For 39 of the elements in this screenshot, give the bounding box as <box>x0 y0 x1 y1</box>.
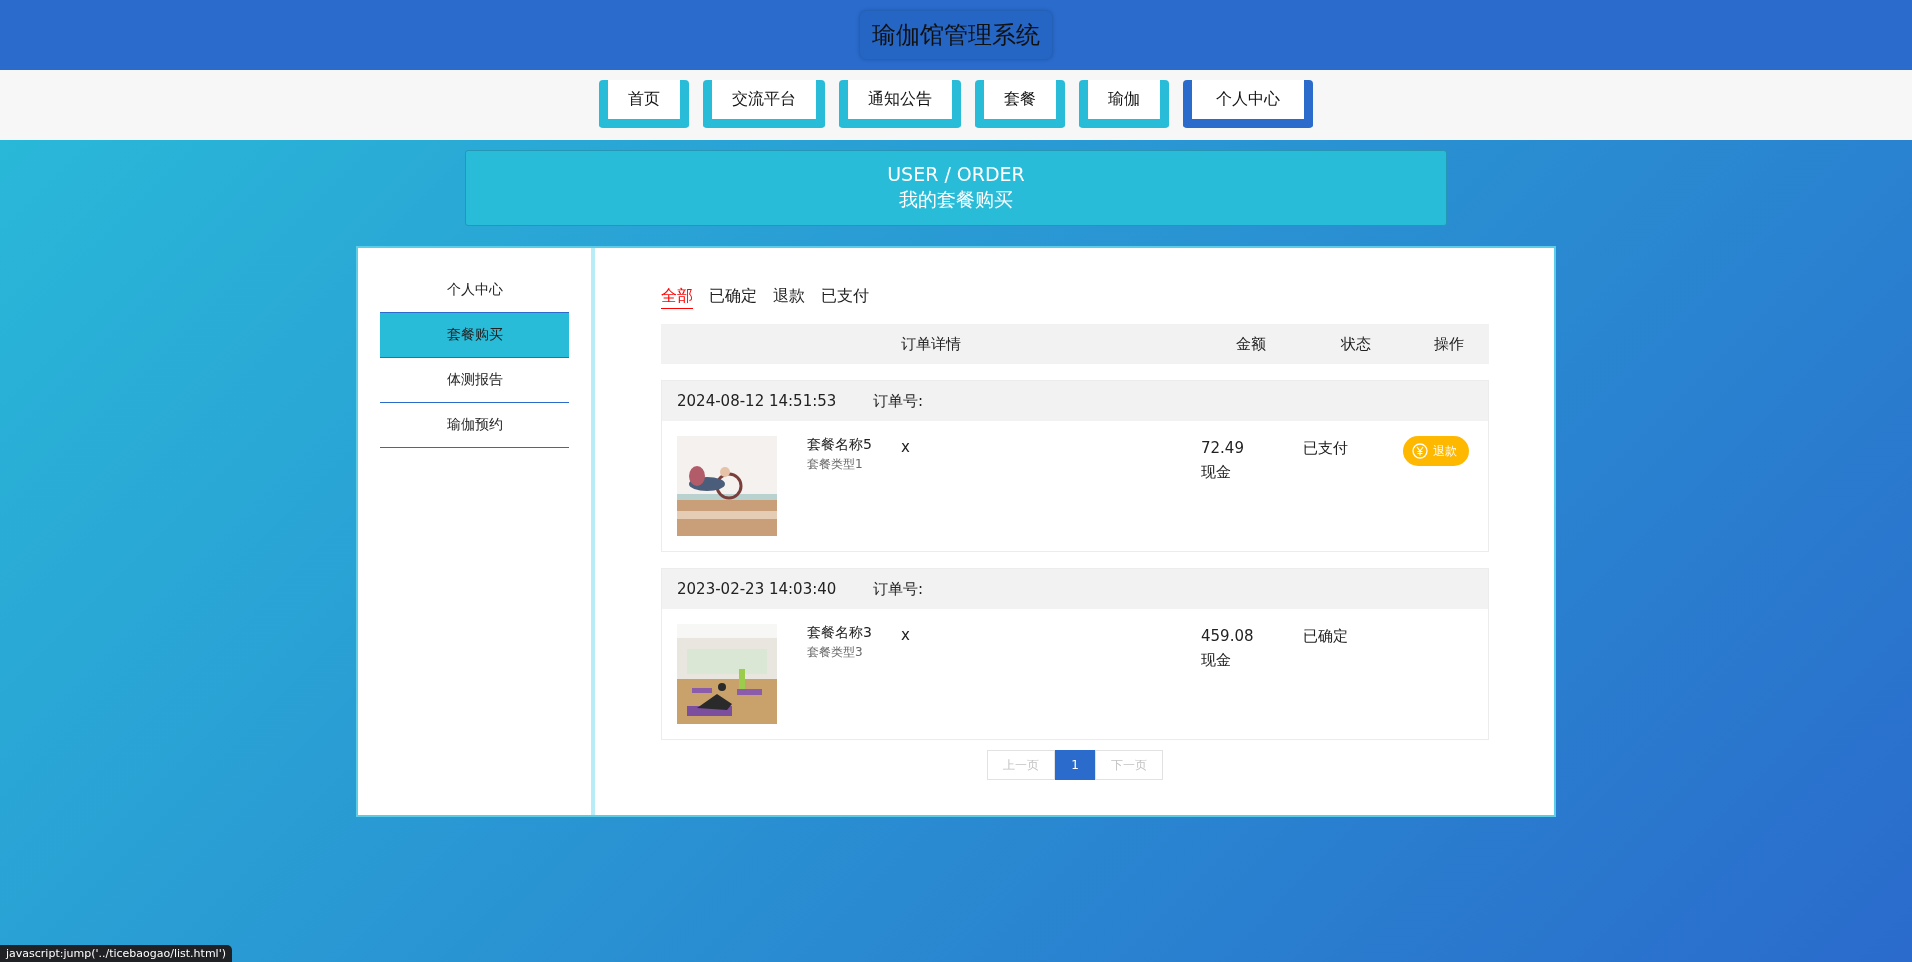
order-status: 已支付 <box>1303 438 1349 459</box>
column-header: 状态 <box>1340 334 1372 354</box>
package-type: 套餐类型1 <box>807 456 864 473</box>
nav-tab[interactable]: 交流平台 <box>703 80 825 128</box>
site-title: 瑜伽馆管理系统 <box>860 11 1052 59</box>
quantity-text: x <box>901 626 911 644</box>
column-header: 金额 <box>1235 334 1267 354</box>
nav-tab[interactable]: 套餐 <box>975 80 1065 128</box>
column-header: 操作 <box>1432 334 1465 354</box>
column-header: 订单详情 <box>900 334 962 354</box>
payment-method: 现金 <box>1201 462 1232 483</box>
sidebar-item[interactable]: 瑜伽预约 <box>380 403 569 448</box>
sidebar-item[interactable]: 体测报告 <box>380 358 569 403</box>
order-time: 2024-08-12 14:51:53 <box>677 392 838 410</box>
nav-tab[interactable]: 瑜伽 <box>1079 80 1169 128</box>
package-name: 套餐名称5 <box>807 436 873 454</box>
package-type: 套餐类型3 <box>807 644 864 661</box>
order-number-label: 订单号: <box>873 579 924 599</box>
filter-tab[interactable]: 退款 <box>773 286 805 308</box>
filter-tab[interactable]: 已支付 <box>821 286 869 308</box>
nav-tab[interactable]: 个人中心 <box>1183 80 1313 128</box>
nav-tab[interactable]: 通知公告 <box>839 80 961 128</box>
quantity-text: x <box>901 438 911 456</box>
sidebar-item[interactable]: 套餐购买 <box>380 313 569 358</box>
yen-icon <box>1412 443 1428 459</box>
filter-tab[interactable]: 已确定 <box>709 286 757 308</box>
banner-subtitle: USER / ORDER <box>887 163 1025 185</box>
order-number-label: 订单号: <box>873 391 924 411</box>
package-name: 套餐名称3 <box>807 624 873 642</box>
order-status: 已确定 <box>1303 626 1349 647</box>
filter-tab[interactable]: 全部 <box>661 286 693 309</box>
status-url: javascript:jump('../ticebaogao/list.html') <box>0 945 232 962</box>
amount-text: 459.08 <box>1201 626 1255 647</box>
page-button[interactable]: 1 <box>1055 750 1095 780</box>
nav-tab[interactable]: 首页 <box>599 80 689 128</box>
payment-method: 现金 <box>1201 650 1232 671</box>
amount-text: 72.49 <box>1201 438 1245 459</box>
banner-title: 我的套餐购买 <box>899 187 1013 212</box>
order-time: 2023-02-23 14:03:40 <box>677 580 838 598</box>
